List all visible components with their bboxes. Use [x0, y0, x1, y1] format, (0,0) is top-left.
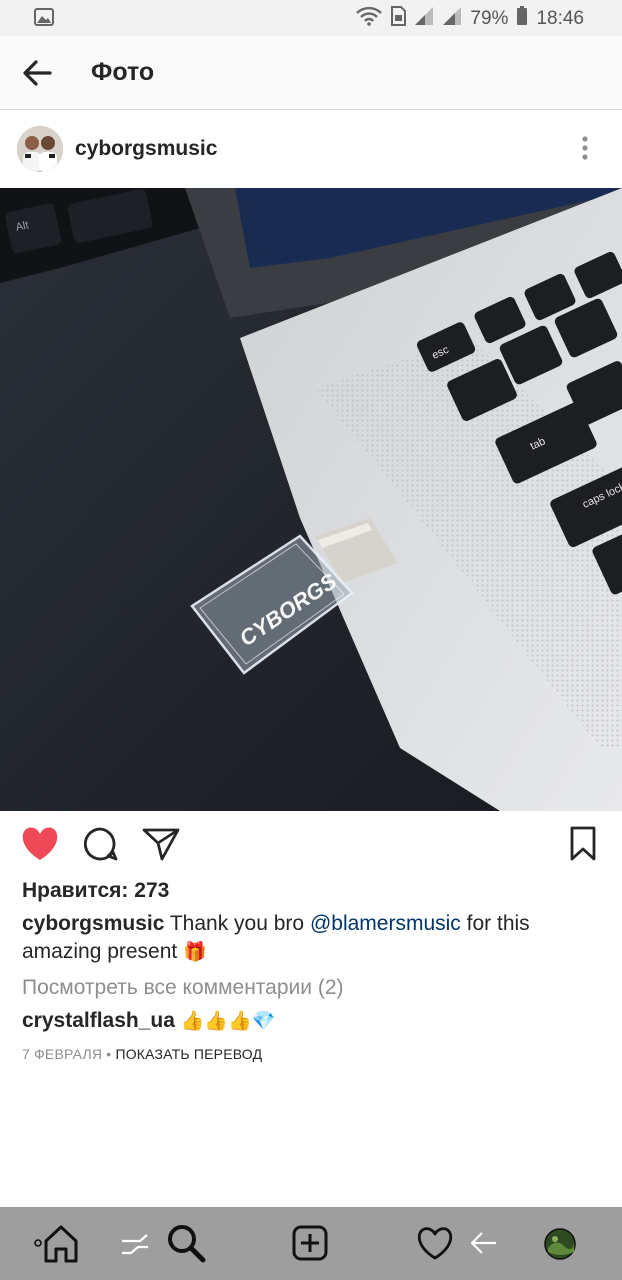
- view-all-comments-link[interactable]: Посмотреть все комментарии (2): [22, 976, 344, 1000]
- post-actions: [0, 822, 622, 872]
- search-icon[interactable]: [166, 1223, 206, 1268]
- gift-emoji-icon: 🎁: [183, 942, 207, 963]
- more-options-icon[interactable]: [576, 134, 594, 164]
- sim-card-icon: [390, 6, 407, 32]
- show-translation-link[interactable]: ПОКАЗАТЬ ПЕРЕВОД: [115, 1046, 262, 1062]
- caption-text-part1: Thank you bro: [169, 912, 305, 935]
- post-caption: cyborgsmusic Thank you bro @blamersmusic…: [22, 910, 592, 967]
- post-date: 7 ФЕВРАЛЯ: [22, 1046, 103, 1062]
- post-username[interactable]: cyborgsmusic: [75, 137, 217, 161]
- caption-mention-link[interactable]: @blamersmusic: [310, 912, 461, 935]
- comment-author[interactable]: crystalflash_ua: [22, 1009, 175, 1032]
- battery-percent: 79%: [470, 8, 509, 29]
- app-bar: Фото: [0, 36, 622, 110]
- post-photo[interactable]: Alt esc tab caps lock CYBORGS: [0, 188, 622, 811]
- wifi-icon: [356, 6, 383, 32]
- signal-icon-2: [442, 6, 462, 32]
- home-icon[interactable]: [32, 1223, 80, 1268]
- comment-icon[interactable]: [82, 826, 118, 867]
- status-bar: 79% 18:46: [0, 0, 622, 36]
- back-arrow-icon[interactable]: [20, 56, 54, 90]
- post-meta: 7 ФЕВРАЛЯ • ПОКАЗАТЬ ПЕРЕВОД: [22, 1046, 262, 1062]
- system-back-icon[interactable]: [470, 1229, 498, 1262]
- meta-separator: •: [106, 1046, 112, 1062]
- activity-heart-icon[interactable]: [416, 1227, 454, 1266]
- avatar[interactable]: [17, 126, 63, 172]
- share-send-icon[interactable]: [142, 826, 180, 867]
- clock: 18:46: [536, 8, 584, 29]
- signal-icon-1: [414, 6, 434, 32]
- bottom-navigation: [0, 1207, 622, 1280]
- gallery-notification-icon: [34, 8, 54, 32]
- post-header: cyborgsmusic: [0, 110, 622, 188]
- page-title: Фото: [91, 58, 155, 86]
- caption-author[interactable]: cyborgsmusic: [22, 912, 164, 935]
- comment-emojis: 👍👍👍💎: [180, 1011, 276, 1032]
- comment-item: crystalflash_ua 👍👍👍💎: [22, 1009, 275, 1033]
- new-post-plus-icon[interactable]: [292, 1225, 328, 1266]
- battery-icon: [516, 6, 528, 32]
- recent-apps-icon[interactable]: [120, 1231, 150, 1262]
- profile-avatar-icon[interactable]: [544, 1228, 576, 1265]
- bookmark-icon[interactable]: [569, 826, 597, 867]
- likes-count[interactable]: Нравится: 273: [22, 879, 169, 903]
- like-heart-icon[interactable]: [20, 826, 60, 867]
